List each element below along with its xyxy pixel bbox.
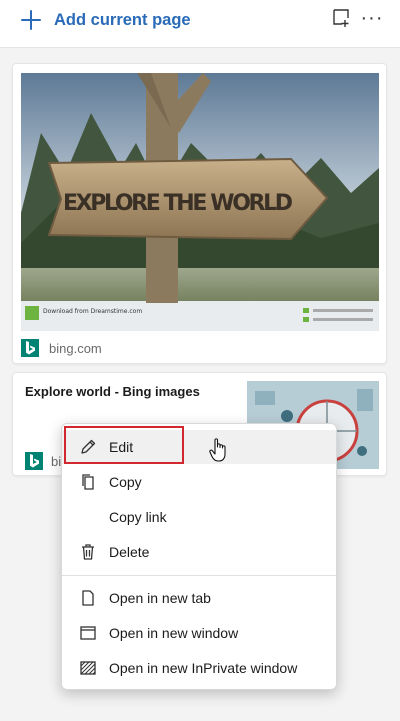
bing-logo-icon	[21, 339, 39, 357]
image-sign-text: EXPLORE THE WORLD	[63, 191, 293, 216]
menu-item-open-new-tab[interactable]: Open in new tab	[62, 581, 336, 615]
plus-icon	[21, 10, 41, 30]
image-watermark: Download from Dreamstime.com	[43, 308, 142, 315]
collections-toolbar: Add current page ···	[0, 0, 400, 48]
collection-card-image[interactable]: EXPLORE THE WORLD Download from Dreamsti…	[12, 63, 387, 364]
menu-item-open-inprivate-window[interactable]: Open in new InPrivate window	[62, 651, 336, 685]
add-current-page-button[interactable]: Add current page	[20, 6, 191, 34]
menu-separator	[62, 575, 336, 576]
add-note-button[interactable]	[330, 6, 354, 30]
menu-item-label: Open in new InPrivate window	[109, 660, 298, 676]
card-source-label: bing.com	[49, 340, 102, 356]
menu-item-label: Open in new tab	[109, 590, 211, 606]
add-current-page-label: Add current page	[54, 10, 191, 29]
menu-item-copy[interactable]: Copy	[62, 465, 336, 499]
window-icon	[78, 623, 98, 643]
edit-highlight-annotation	[64, 426, 184, 464]
menu-item-label: Open in new window	[109, 625, 239, 641]
more-options-icon: ···	[360, 7, 384, 29]
menu-item-copy-link[interactable]: Copy link	[62, 500, 336, 534]
bing-logo-icon	[25, 452, 43, 470]
copy-icon	[78, 472, 98, 492]
trash-icon	[78, 542, 98, 562]
inprivate-window-icon	[78, 658, 98, 678]
hand-cursor-icon	[209, 438, 226, 462]
card-source: bing.com	[21, 337, 102, 359]
menu-item-delete[interactable]: Delete	[62, 535, 336, 569]
menu-item-label: Copy	[109, 474, 142, 490]
more-options-button[interactable]: ···	[360, 6, 384, 30]
add-note-icon	[333, 9, 349, 27]
menu-item-label: Copy link	[109, 509, 167, 525]
menu-item-label: Delete	[109, 544, 150, 560]
page-icon	[78, 588, 98, 608]
card-title: Explore world - Bing images	[25, 384, 200, 399]
menu-item-open-new-window[interactable]: Open in new window	[62, 616, 336, 650]
card-image-explore-the-world: EXPLORE THE WORLD Download from Dreamsti…	[21, 73, 379, 331]
